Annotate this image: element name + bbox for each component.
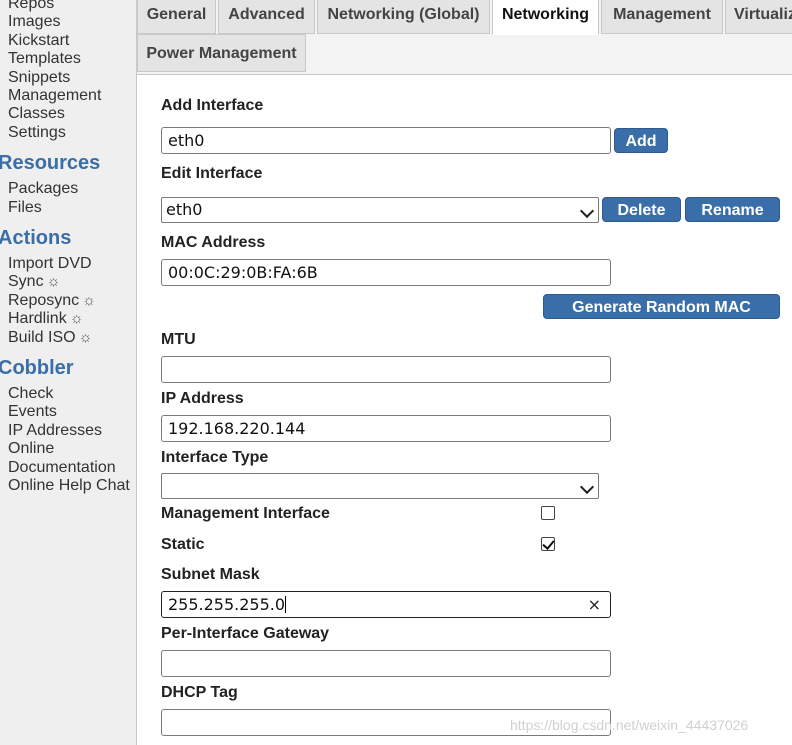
edit-interface-selected: eth0 — [166, 200, 203, 219]
management-interface-checkbox[interactable] — [541, 506, 555, 520]
add-interface-label: Add Interface — [161, 97, 264, 114]
sidebar-link-repos[interactable]: Repos — [8, 0, 54, 13]
build-iso-label: Build ISO — [8, 329, 76, 346]
sidebar-link-kickstart-templates-cont[interactable]: Templates — [8, 50, 81, 68]
sun-icon: ☼ — [78, 329, 93, 346]
sidebar-link-online-documentation-cont[interactable]: Documentation — [8, 459, 116, 477]
watermark: https://blog.csdn.net/weixin_44437026 — [510, 717, 749, 733]
sidebar-link-online-help-chat[interactable]: Online Help Chat — [8, 477, 130, 495]
generate-random-mac-button[interactable]: Generate Random MAC — [543, 294, 780, 319]
ip-address-label: IP Address — [161, 390, 244, 407]
actions-heading: Actions — [0, 227, 72, 249]
tab-advanced[interactable]: Advanced — [218, 0, 315, 34]
subnet-mask-value: 255.255.255.0 — [168, 595, 286, 614]
chevron-down-icon — [579, 203, 595, 219]
hardlink-label: Hardlink — [8, 310, 67, 327]
tab-general[interactable]: General — [137, 0, 216, 34]
gateway-input[interactable] — [161, 650, 611, 677]
chevron-down-icon — [579, 479, 595, 495]
rename-button[interactable]: Rename — [685, 197, 780, 222]
clear-icon[interactable]: × — [588, 592, 601, 617]
sidebar: Repos Images Kickstart Templates Snippet… — [0, 0, 137, 745]
sun-icon: ☼ — [46, 273, 61, 290]
cobbler-heading: Cobbler — [0, 357, 74, 379]
tab-bar: General Advanced Networking (Global) Net… — [137, 0, 792, 75]
edit-interface-label: Edit Interface — [161, 165, 263, 182]
sidebar-link-events[interactable]: Events — [8, 403, 57, 421]
sidebar-link-images[interactable]: Images — [8, 13, 60, 31]
sidebar-link-management-classes[interactable]: Management — [8, 87, 101, 105]
tab-networking-global[interactable]: Networking (Global) — [317, 0, 490, 34]
ip-address-input[interactable]: 192.168.220.144 — [161, 415, 611, 442]
sidebar-link-hardlink[interactable]: Hardlink ☼ — [8, 310, 83, 328]
sidebar-link-check[interactable]: Check — [8, 385, 53, 403]
checkmark-icon — [542, 537, 555, 550]
sidebar-link-online-documentation[interactable]: Online — [8, 440, 54, 458]
resources-heading: Resources — [0, 152, 101, 174]
static-checkbox[interactable] — [541, 537, 555, 551]
sidebar-link-management-classes-cont[interactable]: Classes — [8, 105, 65, 123]
sidebar-link-ip-addresses[interactable]: IP Addresses — [8, 422, 102, 440]
sidebar-link-packages[interactable]: Packages — [8, 180, 78, 198]
sidebar-link-sync[interactable]: Sync ☼ — [8, 273, 60, 291]
sidebar-link-snippets[interactable]: Snippets — [8, 69, 70, 87]
interface-type-label: Interface Type — [161, 449, 269, 466]
sidebar-link-reposync[interactable]: Reposync ☼ — [8, 292, 96, 310]
add-button[interactable]: Add — [614, 128, 668, 153]
static-label: Static — [161, 536, 205, 553]
tab-power-management[interactable]: Power Management — [137, 34, 306, 72]
edit-interface-select[interactable]: eth0 — [161, 197, 599, 223]
sun-icon: ☼ — [69, 310, 84, 327]
mtu-input[interactable] — [161, 356, 611, 383]
sun-icon: ☼ — [82, 292, 96, 309]
management-interface-label: Management Interface — [161, 505, 330, 522]
gateway-label: Per-Interface Gateway — [161, 625, 330, 642]
delete-button[interactable]: Delete — [602, 197, 681, 222]
text-caret — [285, 596, 287, 613]
mac-address-input[interactable]: 00:0C:29:0B:FA:6B — [161, 259, 611, 286]
sync-label: Sync — [8, 273, 44, 290]
dhcp-tag-label: DHCP Tag — [161, 684, 238, 701]
subnet-mask-label: Subnet Mask — [161, 566, 260, 583]
sidebar-link-files[interactable]: Files — [8, 199, 42, 217]
sidebar-link-build-iso[interactable]: Build ISO ☼ — [8, 329, 92, 347]
sidebar-link-settings[interactable]: Settings — [8, 124, 66, 142]
sidebar-link-import-dvd[interactable]: Import DVD — [8, 255, 92, 273]
mac-address-label: MAC Address — [161, 234, 266, 251]
mtu-label: MTU — [161, 331, 196, 348]
interface-type-select[interactable] — [161, 473, 599, 499]
reposync-label: Reposync — [8, 292, 80, 309]
tab-networking[interactable]: Networking — [492, 0, 599, 35]
tab-virtualization[interactable]: Virtualiz — [725, 0, 792, 34]
tab-management[interactable]: Management — [601, 0, 723, 34]
add-interface-input[interactable]: eth0 — [161, 127, 611, 154]
sidebar-link-kickstart-templates[interactable]: Kickstart — [8, 32, 69, 50]
subnet-mask-input[interactable]: 255.255.255.0 × — [161, 591, 611, 618]
